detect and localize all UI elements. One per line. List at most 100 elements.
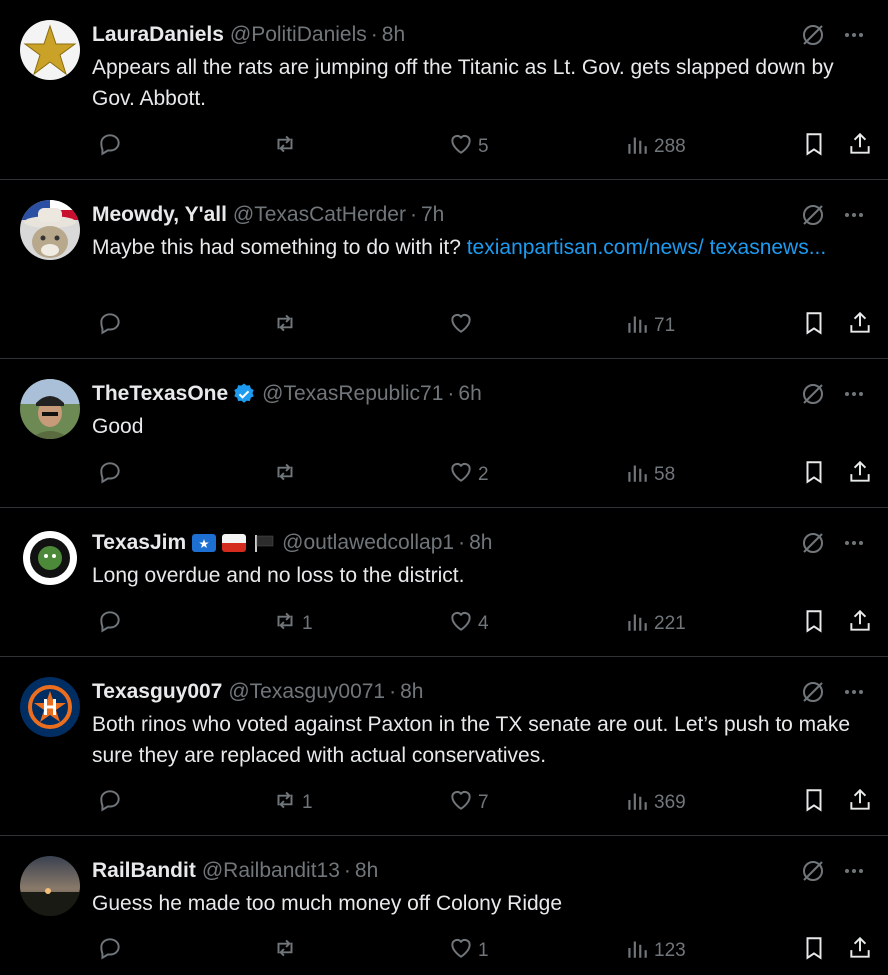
display-name[interactable]: TheTexasOne [92, 382, 228, 406]
repost-button[interactable] [268, 311, 302, 341]
more-icon[interactable] [842, 680, 866, 709]
user-handle[interactable]: @TexasRepublic71 [262, 382, 443, 406]
tweet[interactable]: LauraDaniels @PolitiDaniels · 8h Appears… [0, 0, 888, 180]
display-name[interactable]: RailBandit [92, 859, 196, 883]
reply-button[interactable] [93, 132, 127, 162]
gold-star-avatar[interactable] [20, 20, 80, 80]
reply-button[interactable] [93, 788, 127, 818]
tweet[interactable]: TheTexasOne @TexasRepublic71 · 6h Good 2… [0, 359, 888, 508]
repost-button[interactable] [268, 132, 302, 162]
share-button[interactable] [843, 788, 873, 818]
tweet-text: Maybe this had something to do with it? … [92, 232, 862, 263]
views-button[interactable]: 221 [620, 609, 686, 639]
timestamp[interactable]: 8h [355, 859, 378, 883]
bookmark-button[interactable] [797, 132, 827, 162]
display-name[interactable]: Texasguy007 [92, 680, 222, 704]
tweet-top-actions [800, 858, 866, 889]
tweet-top-actions [800, 202, 866, 233]
reply-icon [97, 459, 123, 491]
like-count: 1 [478, 940, 489, 961]
display-name[interactable]: TexasJim [92, 531, 186, 555]
tweet-header: Meowdy, Y'all @TexasCatHerder · 7h [92, 200, 444, 230]
tweet-link[interactable]: texianpartisan.com/news/ texasnews... [467, 236, 827, 259]
user-handle[interactable]: @Railbandit13 [202, 859, 340, 883]
views-icon [624, 131, 650, 163]
reply-button[interactable] [93, 609, 127, 639]
heart-icon [448, 131, 474, 163]
timestamp[interactable]: 8h [382, 23, 405, 47]
more-icon[interactable] [842, 859, 866, 888]
more-icon[interactable] [842, 203, 866, 232]
repost-button[interactable]: 1 [268, 788, 313, 818]
timestamp[interactable]: 8h [469, 531, 492, 555]
bookmark-button[interactable] [797, 936, 827, 966]
tweet-top-actions [800, 530, 866, 561]
tweet[interactable]: Texasguy007 @Texasguy0071 · 8h Both rino… [0, 657, 888, 836]
timestamp[interactable]: 8h [400, 680, 423, 704]
tweet[interactable]: RailBandit @Railbandit13 · 8h Guess he m… [0, 836, 888, 975]
bookmark-button[interactable] [797, 460, 827, 490]
like-button[interactable] [444, 311, 478, 341]
tweet[interactable]: Meowdy, Y'all @TexasCatHerder · 7h Maybe… [0, 180, 888, 359]
grok-icon[interactable] [800, 530, 826, 561]
views-icon [624, 935, 650, 967]
tweet[interactable]: TexasJim @outlawedcollap1 · 8h Long over… [0, 508, 888, 657]
like-button[interactable]: 7 [444, 788, 489, 818]
share-button[interactable] [843, 609, 873, 639]
tweet-header: TheTexasOne @TexasRepublic71 · 6h [92, 379, 482, 409]
share-button[interactable] [843, 936, 873, 966]
views-button[interactable]: 123 [620, 936, 686, 966]
grok-icon[interactable] [800, 858, 826, 889]
bookmark-icon [801, 459, 827, 491]
more-icon[interactable] [842, 382, 866, 411]
tweet-text: Good [92, 411, 862, 442]
like-button[interactable]: 1 [444, 936, 489, 966]
astros-logo-avatar[interactable] [20, 677, 80, 737]
tweet-header: RailBandit @Railbandit13 · 8h [92, 856, 378, 886]
separator: · [343, 859, 351, 882]
cat-cowboy-hat-avatar[interactable] [20, 200, 80, 260]
repost-button[interactable]: 1 [268, 609, 313, 639]
share-button[interactable] [843, 132, 873, 162]
repost-button[interactable] [268, 460, 302, 490]
grok-icon[interactable] [800, 22, 826, 53]
repost-button[interactable] [268, 936, 302, 966]
user-handle[interactable]: @PolitiDaniels [230, 23, 367, 47]
display-name[interactable]: Meowdy, Y'all [92, 203, 227, 227]
views-icon [624, 608, 650, 640]
bookmark-button[interactable] [797, 609, 827, 639]
bookmark-button[interactable] [797, 788, 827, 818]
share-icon [847, 459, 873, 491]
grok-icon[interactable] [800, 679, 826, 710]
like-button[interactable]: 5 [444, 132, 489, 162]
meme-squad-avatar[interactable] [20, 528, 80, 588]
views-button[interactable]: 71 [620, 311, 675, 341]
more-icon[interactable] [842, 23, 866, 52]
reply-button[interactable] [93, 936, 127, 966]
user-handle[interactable]: @outlawedcollap1 [282, 531, 454, 555]
tweet-text-content: Maybe this had something to do with it? [92, 236, 467, 259]
user-handle[interactable]: @Texasguy0071 [228, 680, 385, 704]
grok-icon[interactable] [800, 381, 826, 412]
bookmark-button[interactable] [797, 311, 827, 341]
sunset-avatar[interactable] [20, 856, 80, 916]
views-button[interactable]: 58 [620, 460, 675, 490]
like-button[interactable]: 4 [444, 609, 489, 639]
repost-icon [272, 131, 298, 163]
views-button[interactable]: 288 [620, 132, 686, 162]
man-cap-avatar[interactable] [20, 379, 80, 439]
reply-button[interactable] [93, 460, 127, 490]
like-button[interactable]: 2 [444, 460, 489, 490]
display-name[interactable]: LauraDaniels [92, 23, 224, 47]
timestamp[interactable]: 7h [421, 203, 444, 227]
tweet-text: Guess he made too much money off Colony … [92, 888, 862, 919]
reply-button[interactable] [93, 311, 127, 341]
user-handle[interactable]: @TexasCatHerder [233, 203, 406, 227]
share-button[interactable] [843, 311, 873, 341]
grok-icon[interactable] [800, 202, 826, 233]
views-button[interactable]: 369 [620, 788, 686, 818]
tweet-actions: 1 4 221 [0, 609, 888, 639]
share-button[interactable] [843, 460, 873, 490]
more-icon[interactable] [842, 531, 866, 560]
timestamp[interactable]: 6h [458, 382, 481, 406]
